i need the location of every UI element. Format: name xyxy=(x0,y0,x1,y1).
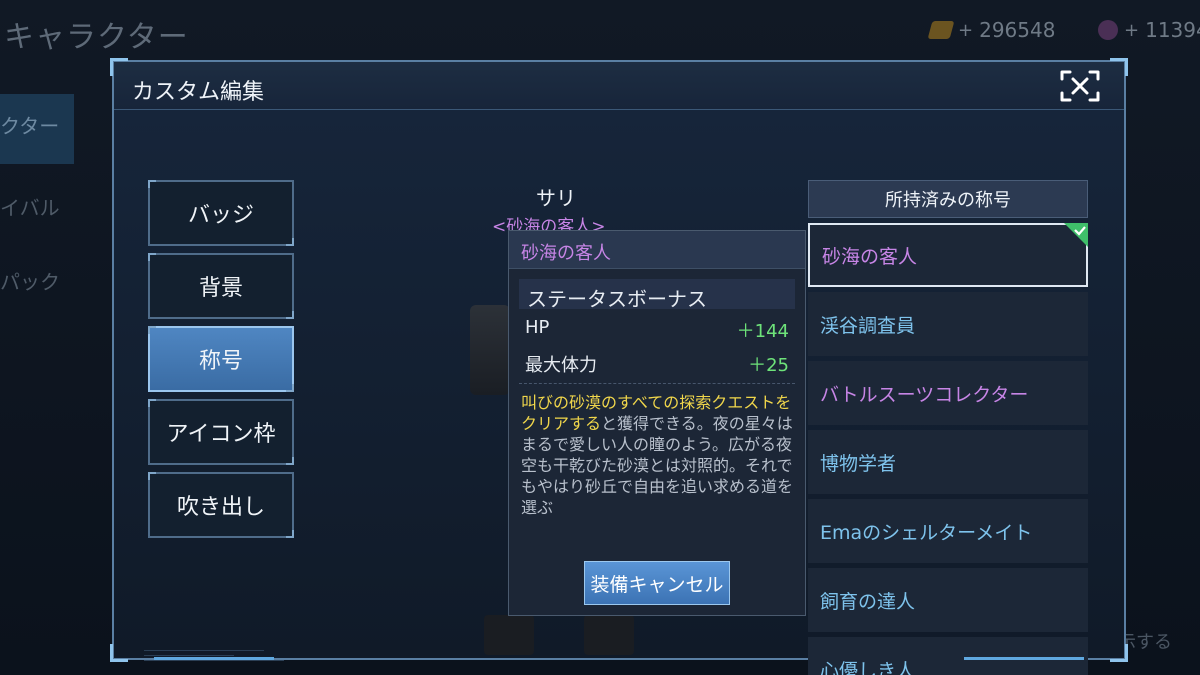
tab-corner xyxy=(148,399,156,407)
tab-corner xyxy=(286,238,294,246)
stat-row-hp: HP ＋144 xyxy=(519,317,795,343)
plus-icon: + xyxy=(1124,19,1140,41)
title-list-item[interactable]: Emaのシェルターメイト xyxy=(808,499,1088,563)
modal-title: カスタム編集 xyxy=(132,80,265,105)
tab-corner xyxy=(148,326,156,334)
custom-edit-modal: カスタム編集 バッジ 背景 称号 アイコン枠 吹き出し サリ <砂海の客人> 砂… xyxy=(110,58,1128,675)
owned-titles-panel: 所持済みの称号 砂海の客人 渓谷調査員 バトルスーツコレクター 博物学者 Ema… xyxy=(808,180,1088,675)
stat-row-stamina: 最大体力 ＋25 xyxy=(519,351,795,377)
tab-corner xyxy=(286,384,294,392)
tab-label: アイコン枠 xyxy=(166,422,276,447)
tab-badge[interactable]: バッジ xyxy=(148,180,294,246)
glow-accent xyxy=(154,657,274,660)
character-boot xyxy=(484,615,534,655)
character-name: サリ xyxy=(536,186,576,210)
decorative-lines xyxy=(144,650,294,670)
close-button[interactable] xyxy=(1056,66,1104,106)
title-list-item[interactable]: 博物学者 xyxy=(808,430,1088,494)
tab-label: 背景 xyxy=(198,276,243,301)
tab-label: 称号 xyxy=(198,349,243,374)
tab-speech-bubble[interactable]: 吹き出し xyxy=(148,472,294,538)
title-list-item[interactable]: バトルスーツコレクター xyxy=(808,361,1088,425)
side-tab-rival[interactable]: イバル xyxy=(0,192,60,221)
tab-background[interactable]: 背景 xyxy=(148,253,294,319)
checkmark-icon xyxy=(1064,223,1088,247)
character-boot xyxy=(584,615,634,655)
tab-corner xyxy=(148,180,156,188)
title-label: 渓谷調査員 xyxy=(820,314,916,337)
stat-label: 最大体力 xyxy=(525,355,597,376)
stat-value: ＋144 xyxy=(736,321,789,342)
title-label: 博物学者 xyxy=(820,452,897,475)
owned-titles-header: 所持済みの称号 xyxy=(808,180,1088,218)
modal-header: カスタム編集 xyxy=(114,62,1124,110)
title-list-item[interactable]: 心優しき人 xyxy=(808,637,1088,675)
unequip-button[interactable]: 装備キャンセル xyxy=(584,561,730,605)
title-label: 心優しき人 xyxy=(820,659,916,675)
title-label: Emaのシェルターメイト xyxy=(820,521,1033,544)
title-label: 飼育の達人 xyxy=(820,590,916,613)
tab-label: 吹き出し xyxy=(176,495,265,520)
title-label: バトルスーツコレクター xyxy=(820,383,1029,406)
tab-corner xyxy=(148,253,156,261)
close-icon xyxy=(1060,70,1100,102)
stat-value: ＋25 xyxy=(748,355,789,376)
tab-icon-frame[interactable]: アイコン枠 xyxy=(148,399,294,465)
gold-amount: 296548 xyxy=(979,18,1056,42)
title-detail-popup: 砂海の客人 ステータスボーナス HP ＋144 最大体力 ＋25 叫びの砂漠のす… xyxy=(508,230,806,616)
gem-icon xyxy=(1098,20,1118,40)
popup-title: 砂海の客人 xyxy=(509,231,805,269)
side-tab-pack[interactable]: パック xyxy=(0,266,60,295)
title-list-item[interactable]: 砂海の客人 xyxy=(808,223,1088,287)
status-bonus-header: ステータスボーナス xyxy=(519,279,795,311)
background-title: キャラクター xyxy=(4,20,189,55)
gold-icon xyxy=(927,21,955,39)
side-tab-character[interactable]: クター xyxy=(0,94,74,164)
divider xyxy=(519,383,795,384)
title-list-item[interactable]: 渓谷調査員 xyxy=(808,292,1088,356)
stat-label: HP xyxy=(525,317,550,338)
gem-amount: 11394 xyxy=(1145,18,1200,42)
tab-corner xyxy=(286,530,294,538)
gold-currency[interactable]: + 296548 xyxy=(927,18,1056,42)
title-list-item[interactable]: 飼育の達人 xyxy=(808,568,1088,632)
character-arm xyxy=(470,305,510,395)
gem-currency[interactable]: + 11394 xyxy=(1098,18,1200,42)
modal-body: バッジ 背景 称号 アイコン枠 吹き出し サリ <砂海の客人> 砂海の客人 ステ… xyxy=(114,110,1124,675)
tab-corner xyxy=(286,311,294,319)
title-description: 叫びの砂漠のすべての探索クエストをクリアすると獲得できる。夜の星々はまるで愛しい… xyxy=(521,392,793,518)
title-label: 砂海の客人 xyxy=(822,245,918,268)
tab-label: バッジ xyxy=(187,203,254,228)
glow-accent xyxy=(964,657,1084,660)
tab-corner xyxy=(286,457,294,465)
tab-title[interactable]: 称号 xyxy=(148,326,294,392)
tab-corner xyxy=(148,472,156,480)
plus-icon: + xyxy=(958,19,974,41)
